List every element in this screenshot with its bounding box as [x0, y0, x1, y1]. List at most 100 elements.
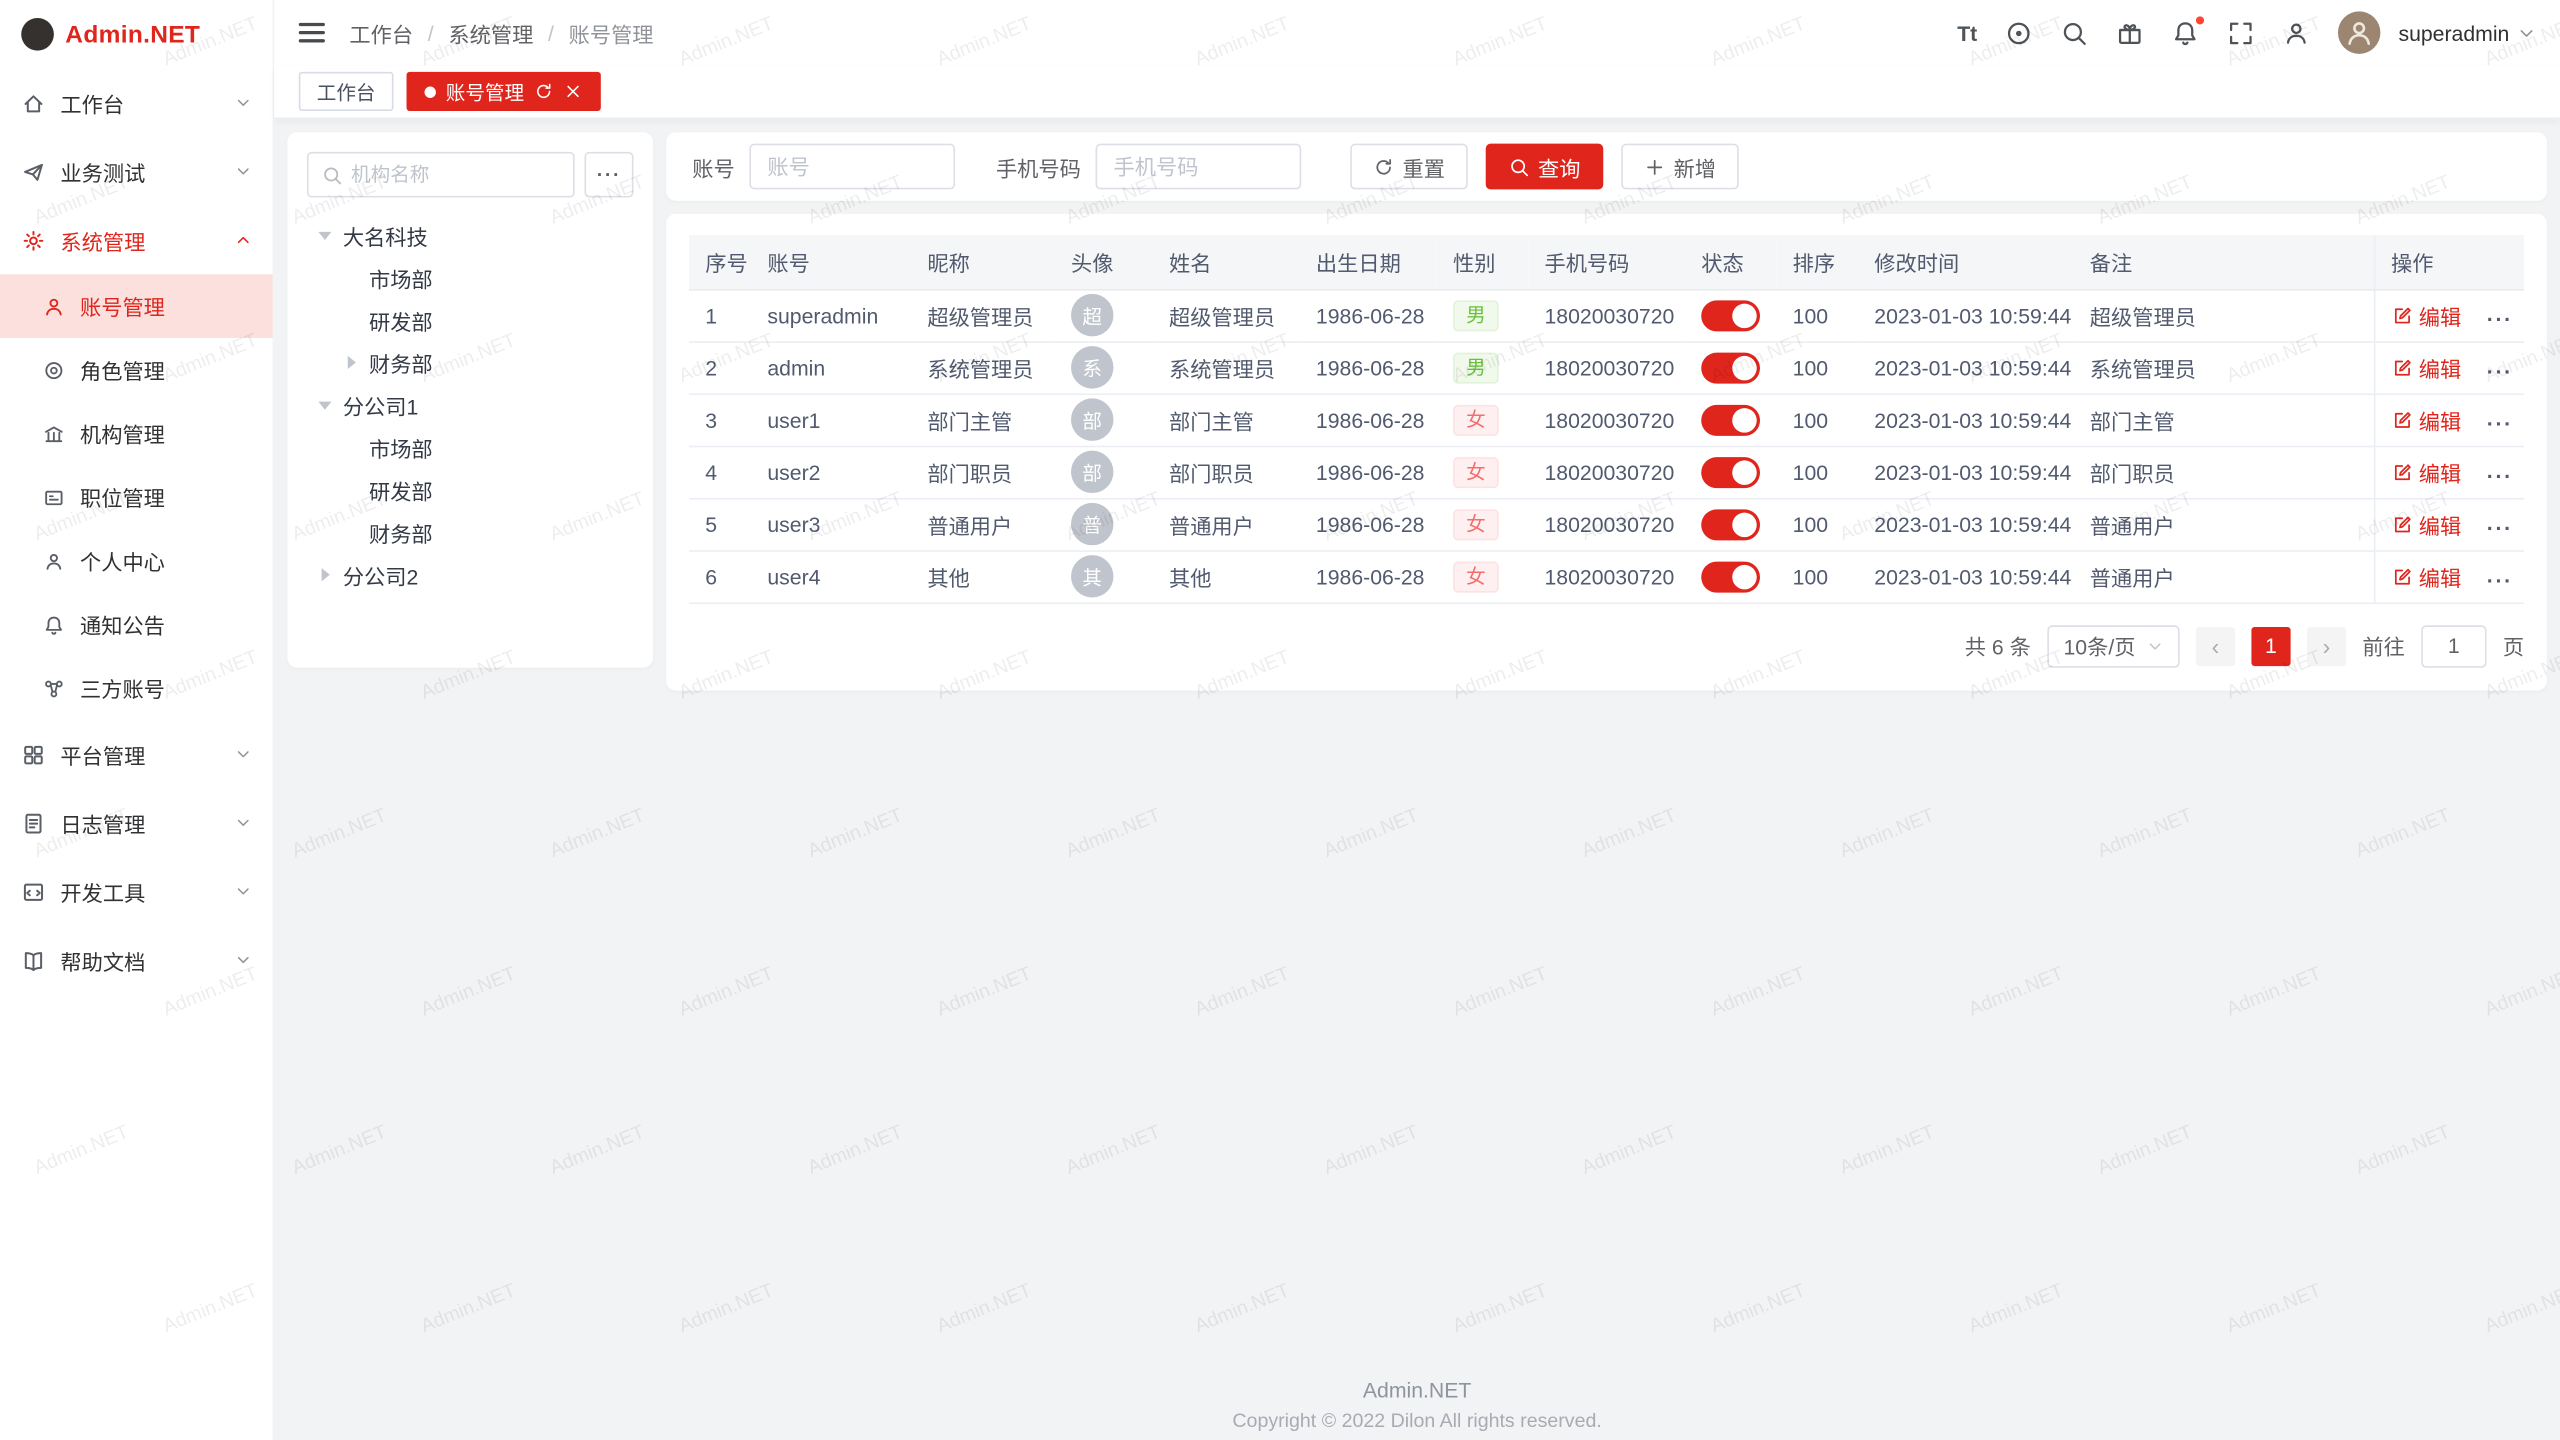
sidebar-item-personal-center[interactable]: 个人中心: [0, 529, 273, 593]
org-search-input[interactable]: [351, 163, 560, 186]
close-icon[interactable]: [563, 82, 583, 102]
cell-avatar: 部: [1055, 446, 1153, 498]
query-button[interactable]: 查询: [1486, 144, 1604, 190]
next-page-button[interactable]: ›: [2307, 626, 2346, 665]
notification-bell[interactable]: [2172, 19, 2200, 47]
cell-modified-time: 2023-01-03 10:59:44: [1858, 289, 2074, 341]
tree-node[interactable]: 市场部: [307, 256, 634, 298]
account-input[interactable]: [749, 144, 955, 190]
tab-workbench[interactable]: 工作台: [299, 72, 394, 111]
org-more-button[interactable]: ···: [584, 152, 633, 198]
tree-node-label: 分公司2: [343, 559, 418, 590]
hamburger-menu-icon[interactable]: [299, 23, 325, 43]
refresh-icon[interactable]: [534, 82, 554, 102]
status-toggle[interactable]: [1701, 561, 1760, 592]
cell-remark: 超级管理员: [2073, 289, 2373, 341]
cell-index: 6: [689, 550, 751, 602]
row-more-icon[interactable]: ···: [2487, 411, 2513, 435]
edit-button[interactable]: 编辑: [2391, 404, 2461, 435]
sidebar-item-third-party-account[interactable]: 三方账号: [0, 656, 273, 720]
user-icon[interactable]: [2283, 19, 2311, 47]
sidebar-item-system-management[interactable]: 系统管理: [0, 206, 273, 275]
logo[interactable]: Admin.NET: [0, 0, 273, 69]
book-icon: [21, 948, 45, 972]
status-toggle[interactable]: [1701, 509, 1760, 540]
tree-node[interactable]: 研发部: [307, 299, 634, 341]
col-phone: 手机号码: [1528, 235, 1685, 289]
edit-button[interactable]: 编辑: [2391, 456, 2461, 487]
row-more-icon[interactable]: ···: [2487, 515, 2513, 539]
notification-badge: [2194, 14, 2205, 25]
gender-badge: 女: [1453, 509, 1499, 540]
sidebar-item-help-docs[interactable]: 帮助文档: [0, 926, 273, 995]
globe-icon[interactable]: [2005, 19, 2033, 47]
cell-index: 1: [689, 289, 751, 341]
edit-button[interactable]: 编辑: [2391, 561, 2461, 592]
sidebar-item-notice[interactable]: 通知公告: [0, 593, 273, 657]
sidebar-item-role-management[interactable]: 角色管理: [0, 338, 273, 402]
phone-input[interactable]: [1096, 144, 1302, 190]
reset-button[interactable]: 重置: [1350, 144, 1468, 190]
cell-account: user3: [751, 498, 911, 550]
prev-page-button[interactable]: ‹: [2196, 626, 2235, 665]
status-toggle[interactable]: [1701, 300, 1760, 331]
tree-node[interactable]: 财务部: [307, 511, 634, 553]
goto-page-input[interactable]: [2421, 624, 2486, 666]
breadcrumb-item[interactable]: 系统管理: [448, 17, 533, 48]
caret-right-icon[interactable]: [340, 356, 363, 369]
sidebar-item-dev-tools[interactable]: 开发工具: [0, 857, 273, 926]
sidebar-item-workbench[interactable]: 工作台: [0, 69, 273, 138]
user-avatar[interactable]: [2338, 11, 2380, 53]
gift-icon[interactable]: [2116, 19, 2144, 47]
tree-node[interactable]: 市场部: [307, 426, 634, 468]
status-toggle[interactable]: [1701, 352, 1760, 383]
sidebar-item-org-management[interactable]: 机构管理: [0, 402, 273, 466]
row-more-icon[interactable]: ···: [2487, 463, 2513, 487]
page-number-button[interactable]: 1: [2251, 626, 2290, 665]
add-button[interactable]: 新增: [1621, 144, 1739, 190]
tree-node[interactable]: 大名科技: [307, 214, 634, 256]
tab-account-management[interactable]: 账号管理: [407, 72, 601, 111]
sidebar-item-account-management[interactable]: 账号管理: [0, 274, 273, 338]
cell-gender: 女: [1437, 550, 1528, 602]
table-row: 3 user1 部门主管 部 部门主管 1986-06-28 女 1802003…: [689, 393, 2524, 445]
edit-button[interactable]: 编辑: [2391, 352, 2461, 383]
caret-right-icon[interactable]: [313, 568, 336, 581]
page-size-select[interactable]: 10条/页: [2047, 624, 2179, 666]
fullscreen-icon[interactable]: [2227, 19, 2255, 47]
user-menu[interactable]: superadmin: [2398, 20, 2535, 44]
sidebar-item-label: 职位管理: [80, 482, 165, 513]
pagination: 共 6 条 10条/页 ‹ 1 › 前往 页: [689, 624, 2524, 666]
tree-node[interactable]: 财务部: [307, 341, 634, 383]
main-content: ··· 大名科技 市场部 研发部 财务部 分公司1 市场部 研发部 财务部 分公…: [287, 132, 2547, 690]
tree-node[interactable]: 分公司1: [307, 384, 634, 426]
breadcrumb-separator: /: [428, 20, 434, 44]
sidebar-item-business-test[interactable]: 业务测试: [0, 137, 273, 206]
sidebar-item-position-management[interactable]: 职位管理: [0, 465, 273, 529]
watermark-text: Admin.NET: [1836, 1120, 1937, 1179]
search-icon[interactable]: [2061, 19, 2089, 47]
app-root: Admin.NET 工作台 业务测试 系统管理 账号管理 角色管理: [0, 0, 2560, 1440]
caret-down-icon[interactable]: [313, 394, 336, 415]
status-toggle[interactable]: [1701, 404, 1760, 435]
sidebar-item-log-management[interactable]: 日志管理: [0, 789, 273, 858]
edit-button[interactable]: 编辑: [2391, 509, 2461, 540]
sidebar-item-label: 角色管理: [80, 354, 165, 385]
sidebar-item-platform-management[interactable]: 平台管理: [0, 720, 273, 789]
gender-badge: 女: [1453, 404, 1499, 435]
watermark-text: Admin.NET: [933, 962, 1034, 1021]
tree-node[interactable]: 研发部: [307, 469, 634, 511]
cell-nickname: 其他: [911, 550, 1055, 602]
row-more-icon[interactable]: ···: [2487, 567, 2513, 591]
row-more-icon[interactable]: ···: [2487, 358, 2513, 382]
org-tree: 大名科技 市场部 研发部 财务部 分公司1 市场部 研发部 财务部 分公司2: [307, 214, 634, 596]
status-toggle[interactable]: [1701, 456, 1760, 487]
caret-down-icon[interactable]: [313, 224, 336, 245]
watermark-text: Admin.NET: [804, 1120, 905, 1179]
edit-button[interactable]: 编辑: [2391, 300, 2461, 331]
tree-node[interactable]: 分公司2: [307, 553, 634, 595]
font-size-icon[interactable]: Tt: [1957, 22, 1977, 43]
tree-node-label: 财务部: [369, 517, 433, 548]
row-more-icon[interactable]: ···: [2487, 306, 2513, 330]
breadcrumb-item[interactable]: 工作台: [349, 17, 413, 48]
